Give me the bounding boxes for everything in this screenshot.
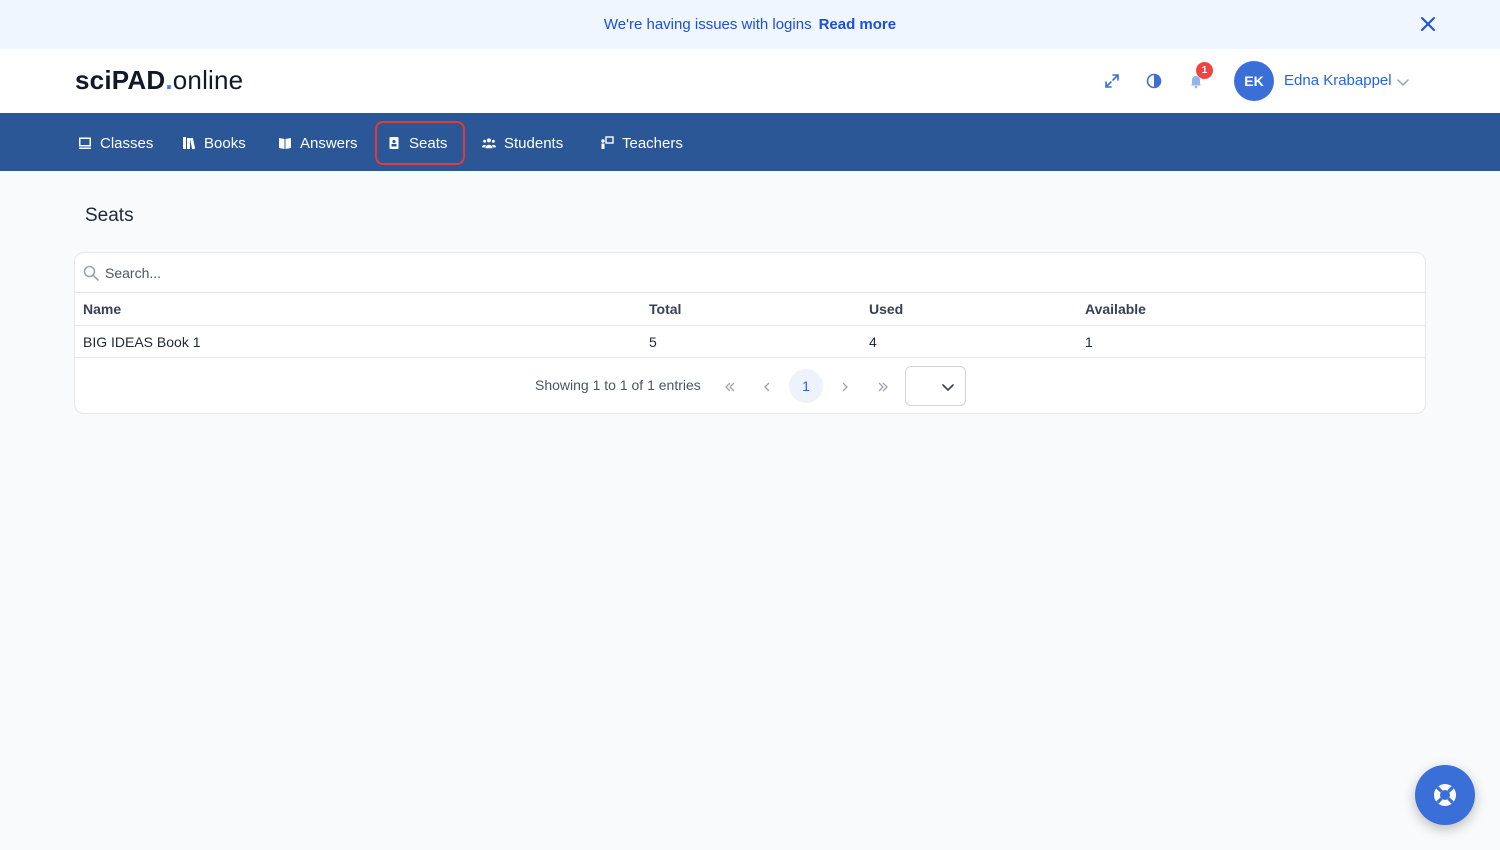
chevron-right-icon	[842, 382, 848, 392]
app-logo[interactable]: sciPAD.online	[75, 65, 243, 96]
answers-icon	[279, 138, 291, 149]
nav-item-teachers[interactable]: Teachers	[590, 121, 693, 165]
books-icon	[183, 137, 196, 150]
announcement-banner: We're having issues with logins Read mor…	[0, 0, 1500, 49]
nav-item-books[interactable]: Books	[172, 121, 256, 165]
nav-item-answers[interactable]: Answers	[268, 121, 368, 165]
seats-table-card: Name Total Used Available BIG IDEAS Book…	[74, 252, 1426, 414]
search-icon	[83, 265, 99, 281]
page-1-button[interactable]: 1	[789, 369, 823, 403]
classes-icon	[79, 137, 91, 149]
search-input[interactable]	[105, 259, 1405, 287]
nav-item-classes[interactable]: Classes	[68, 121, 163, 165]
chevron-down-icon[interactable]	[1396, 75, 1410, 89]
lifebuoy-icon	[1434, 784, 1456, 806]
cell-name: BIG IDEAS Book 1	[83, 334, 201, 350]
search-bar	[75, 253, 1425, 293]
first-page-button[interactable]	[716, 373, 744, 401]
teachers-icon	[601, 136, 614, 149]
top-header: sciPAD.online 1 EK Edna Krabappel	[0, 49, 1500, 113]
last-page-button[interactable]	[869, 373, 897, 401]
table-header: Name Total Used Available	[75, 293, 1425, 326]
help-button[interactable]	[1415, 765, 1475, 825]
nav-item-seats[interactable]: Seats	[375, 121, 465, 165]
expand-icon[interactable]	[1102, 71, 1122, 91]
notification-badge: 1	[1196, 62, 1213, 79]
next-page-button[interactable]	[831, 373, 859, 401]
chevron-down-icon	[942, 384, 954, 392]
cell-available: 1	[1085, 334, 1093, 350]
table-row[interactable]: BIG IDEAS Book 1 5 4 1	[75, 326, 1425, 358]
column-header-total[interactable]: Total	[649, 301, 681, 317]
user-menu-name[interactable]: Edna Krabappel	[1284, 72, 1392, 89]
chevrons-right-icon	[878, 382, 888, 392]
avatar[interactable]: EK	[1234, 61, 1274, 101]
prev-page-button[interactable]	[753, 373, 781, 401]
chevron-left-icon	[764, 382, 770, 392]
page-size-select[interactable]	[905, 366, 966, 406]
banner-message: We're having issues with logins	[603, 16, 812, 33]
page-title: Seats	[85, 205, 134, 226]
pagination-summary: Showing 1 to 1 of 1 entries	[535, 377, 701, 393]
column-header-used[interactable]: Used	[869, 301, 903, 317]
pagination: Showing 1 to 1 of 1 entries 1	[75, 359, 1425, 413]
column-header-available[interactable]: Available	[1085, 301, 1146, 317]
nav-item-students[interactable]: Students	[472, 121, 573, 165]
close-icon[interactable]	[1418, 14, 1438, 34]
cell-total: 5	[649, 334, 657, 350]
chevrons-left-icon	[725, 382, 735, 392]
contrast-icon[interactable]	[1144, 71, 1164, 91]
cell-used: 4	[869, 334, 877, 350]
main-nav: Classes Books Answers Seats Students Tea…	[0, 113, 1500, 171]
seats-icon	[389, 137, 399, 149]
students-icon	[482, 138, 496, 149]
banner-read-more-link[interactable]: Read more	[819, 16, 897, 33]
column-header-name[interactable]: Name	[83, 301, 121, 317]
